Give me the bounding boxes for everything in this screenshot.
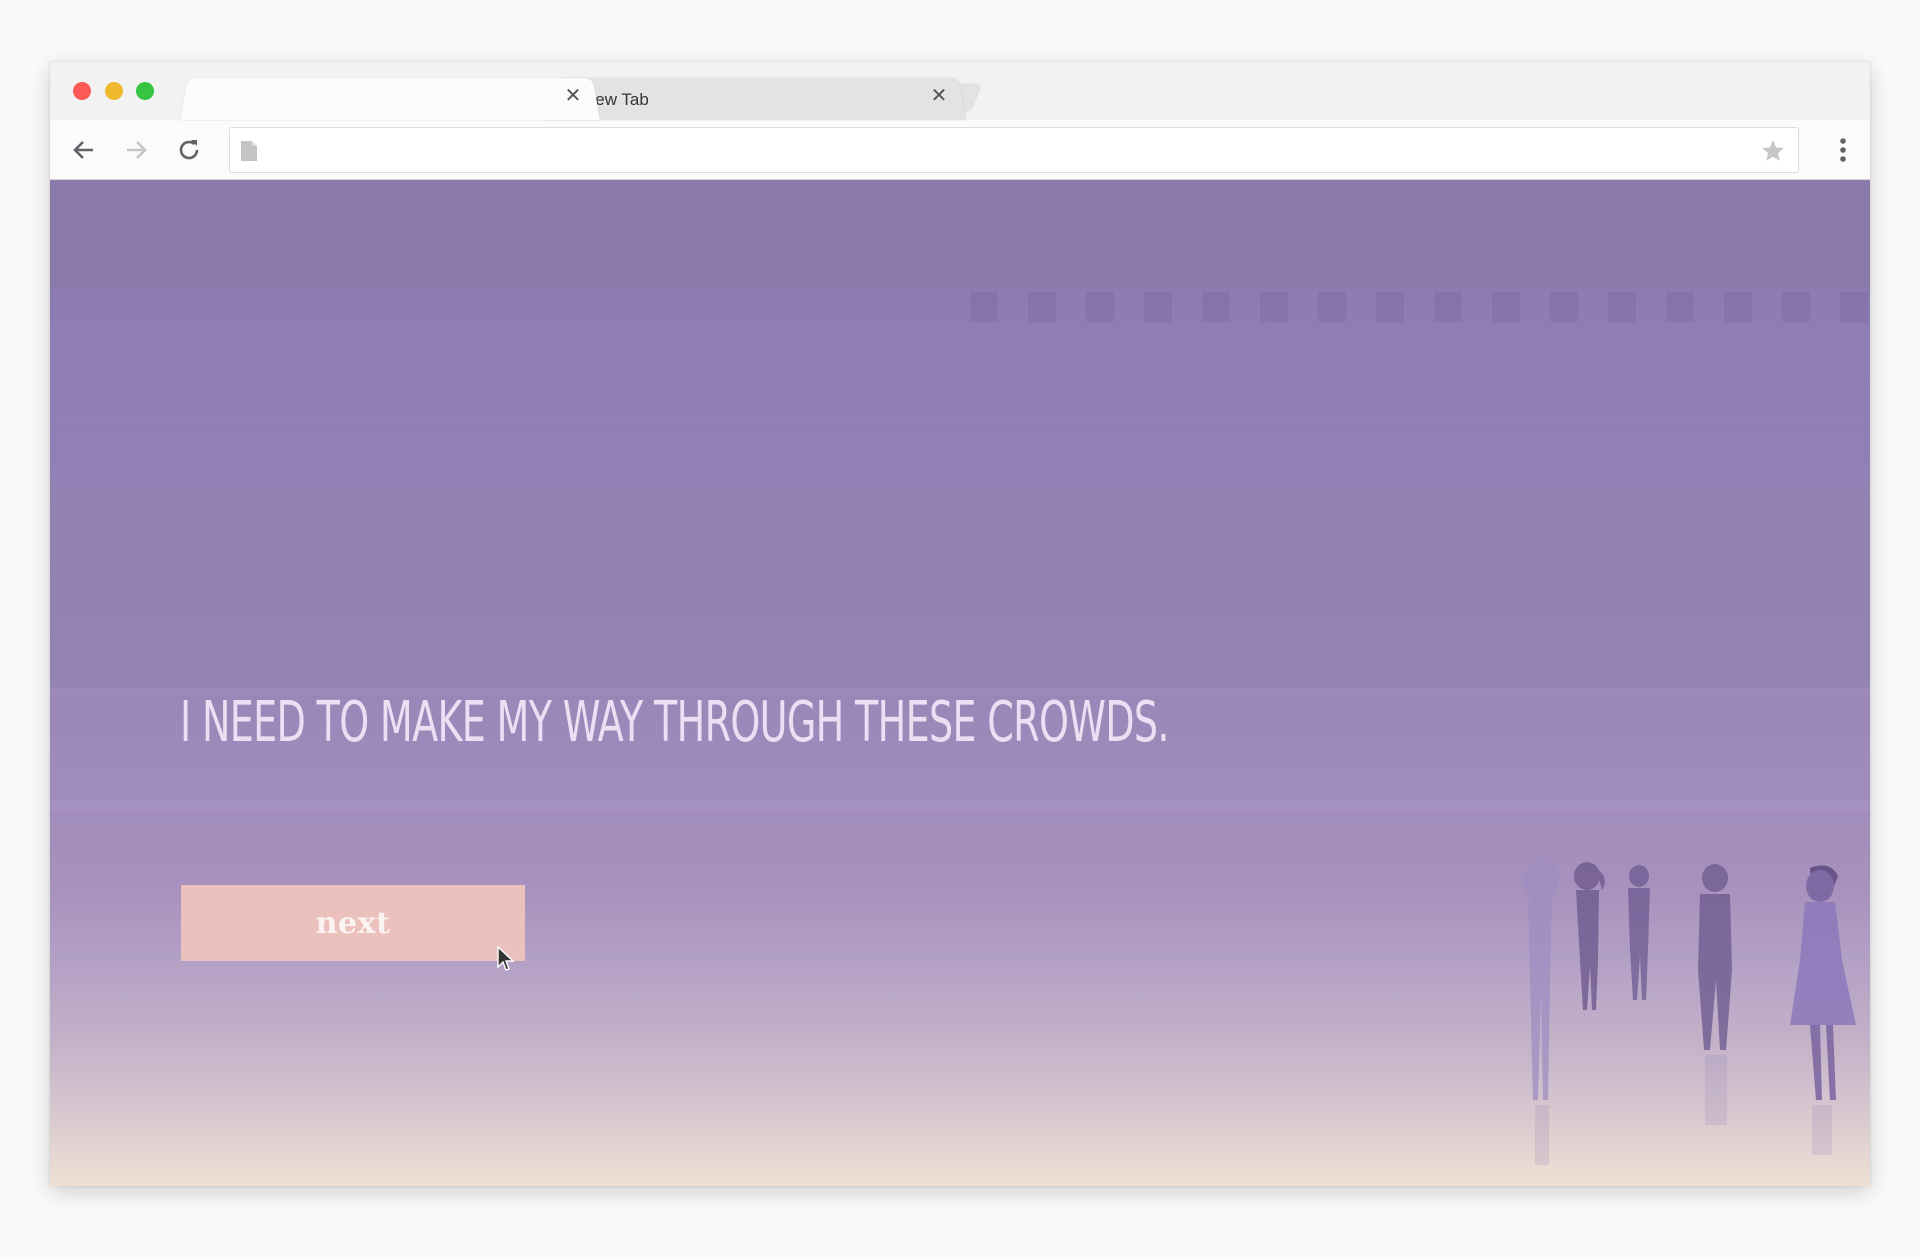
sky-pattern xyxy=(970,292,1870,322)
person-silhouette xyxy=(1523,860,1559,1100)
tab-active[interactable]: ✕ xyxy=(180,75,600,120)
maximize-window-button[interactable] xyxy=(136,82,154,100)
person-silhouette xyxy=(1574,862,1605,1010)
next-button[interactable]: next xyxy=(181,885,525,961)
menu-dots-icon[interactable] xyxy=(1838,135,1848,165)
crowd-reflection xyxy=(1535,1055,1832,1165)
reload-icon[interactable] xyxy=(173,134,205,166)
cursor-icon xyxy=(497,945,515,971)
minimize-window-button[interactable] xyxy=(105,82,123,100)
browser-window: New Tab ✕ ✕ I NEED TO MAKE MY WAY THROUG… xyxy=(50,62,1870,1186)
sky-band xyxy=(50,800,1870,812)
forward-arrow-icon[interactable] xyxy=(120,134,152,166)
close-window-button[interactable] xyxy=(73,82,91,100)
game-viewport[interactable]: I need to make my way through these crow… xyxy=(50,180,1870,1186)
person-silhouette xyxy=(1790,865,1856,1100)
sky-band xyxy=(50,428,1870,434)
close-icon[interactable]: ✕ xyxy=(928,85,950,107)
person-silhouette xyxy=(1698,864,1732,1050)
tab-new-tab[interactable]: New Tab ✕ xyxy=(548,75,966,120)
browser-toolbar xyxy=(50,120,1870,180)
address-bar[interactable] xyxy=(229,127,1799,173)
tab-strip: New Tab ✕ ✕ xyxy=(50,62,1870,120)
star-icon[interactable] xyxy=(1760,138,1786,169)
page-icon xyxy=(240,140,258,167)
narration-text: I need to make my way through these crow… xyxy=(180,690,1169,755)
close-icon[interactable]: ✕ xyxy=(562,85,584,107)
crowd-silhouettes xyxy=(1523,860,1856,1165)
back-arrow-icon[interactable] xyxy=(68,134,100,166)
person-silhouette xyxy=(1628,865,1650,1000)
